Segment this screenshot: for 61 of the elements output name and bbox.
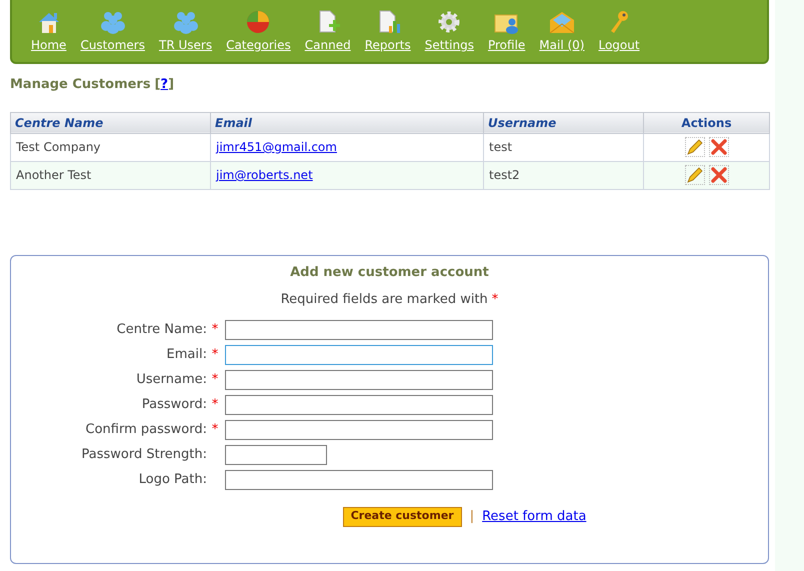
pencil-icon <box>686 139 702 155</box>
column-header: Actions <box>644 112 770 133</box>
field-label: Email: <box>166 346 207 364</box>
required-note: Required fields are marked with <box>280 291 488 309</box>
input-field[interactable] <box>225 420 493 440</box>
pencil-icon <box>686 167 702 183</box>
nav-link[interactable]: Mail (0) <box>539 36 584 54</box>
input-field[interactable] <box>225 444 327 464</box>
nav-link[interactable]: Logout <box>598 36 640 54</box>
column-header: Email <box>210 112 484 133</box>
nav-link[interactable]: Categories <box>226 36 291 54</box>
form-title: Add new customer account <box>290 264 489 282</box>
people-icon <box>100 10 126 34</box>
input-field[interactable] <box>225 394 493 414</box>
nav-link[interactable]: Reports <box>364 36 411 54</box>
nav-link[interactable]: TR Users <box>158 36 212 54</box>
field-label: Logo Path: <box>138 470 207 489</box>
required-mark: * <box>210 370 220 389</box>
pie-chart-icon <box>245 10 272 34</box>
input-field[interactable] <box>225 370 493 390</box>
edit-button[interactable] <box>684 165 704 185</box>
nav-link[interactable]: Settings <box>424 36 474 54</box>
required-mark: * <box>210 320 220 339</box>
input-field[interactable] <box>225 344 493 364</box>
nav-link[interactable]: Home <box>31 36 66 54</box>
nav-link[interactable]: Customers <box>80 36 145 54</box>
required-mark: * <box>492 291 498 309</box>
help-link[interactable]: ? <box>160 75 168 94</box>
required-mark: * <box>210 420 220 439</box>
input-field[interactable] <box>225 320 493 340</box>
reset-link[interactable]: Reset form data <box>482 506 586 526</box>
column-header: Centre Name <box>10 112 210 133</box>
email-link[interactable]: jim@roberts.net <box>216 168 313 182</box>
delete-button[interactable] <box>708 165 728 185</box>
delete-icon <box>710 167 726 183</box>
field-label: Password: <box>140 396 207 414</box>
table-cell: Test Company <box>10 133 210 161</box>
field-label: Centre Name: <box>116 320 207 339</box>
table-cell: test <box>484 133 644 161</box>
required-mark: * <box>210 396 220 414</box>
people-icon <box>172 10 199 34</box>
page-title: Manage Customers <box>10 76 151 94</box>
separator-text: | <box>470 508 474 526</box>
nav-link[interactable]: Canned <box>304 36 351 54</box>
edit-button[interactable] <box>684 137 704 157</box>
delete-icon <box>710 139 726 155</box>
field-label: Username: <box>135 370 207 389</box>
create-customer-button[interactable]: Create customer <box>342 506 462 526</box>
bracket-text: [ <box>154 76 161 94</box>
nav-link[interactable]: Profile <box>488 36 526 54</box>
column-header: Username <box>484 112 644 133</box>
input-field[interactable] <box>225 470 493 490</box>
bracket-text: ] <box>168 76 174 94</box>
envelope-icon <box>548 10 575 34</box>
table-cell: Another Test <box>10 161 210 189</box>
field-label: Password Strength: <box>80 446 207 464</box>
delete-button[interactable] <box>708 137 728 157</box>
required-mark: * <box>210 346 220 364</box>
field-label: Confirm password: <box>84 420 207 439</box>
gear-icon <box>436 10 462 34</box>
table-cell: test2 <box>484 161 644 189</box>
